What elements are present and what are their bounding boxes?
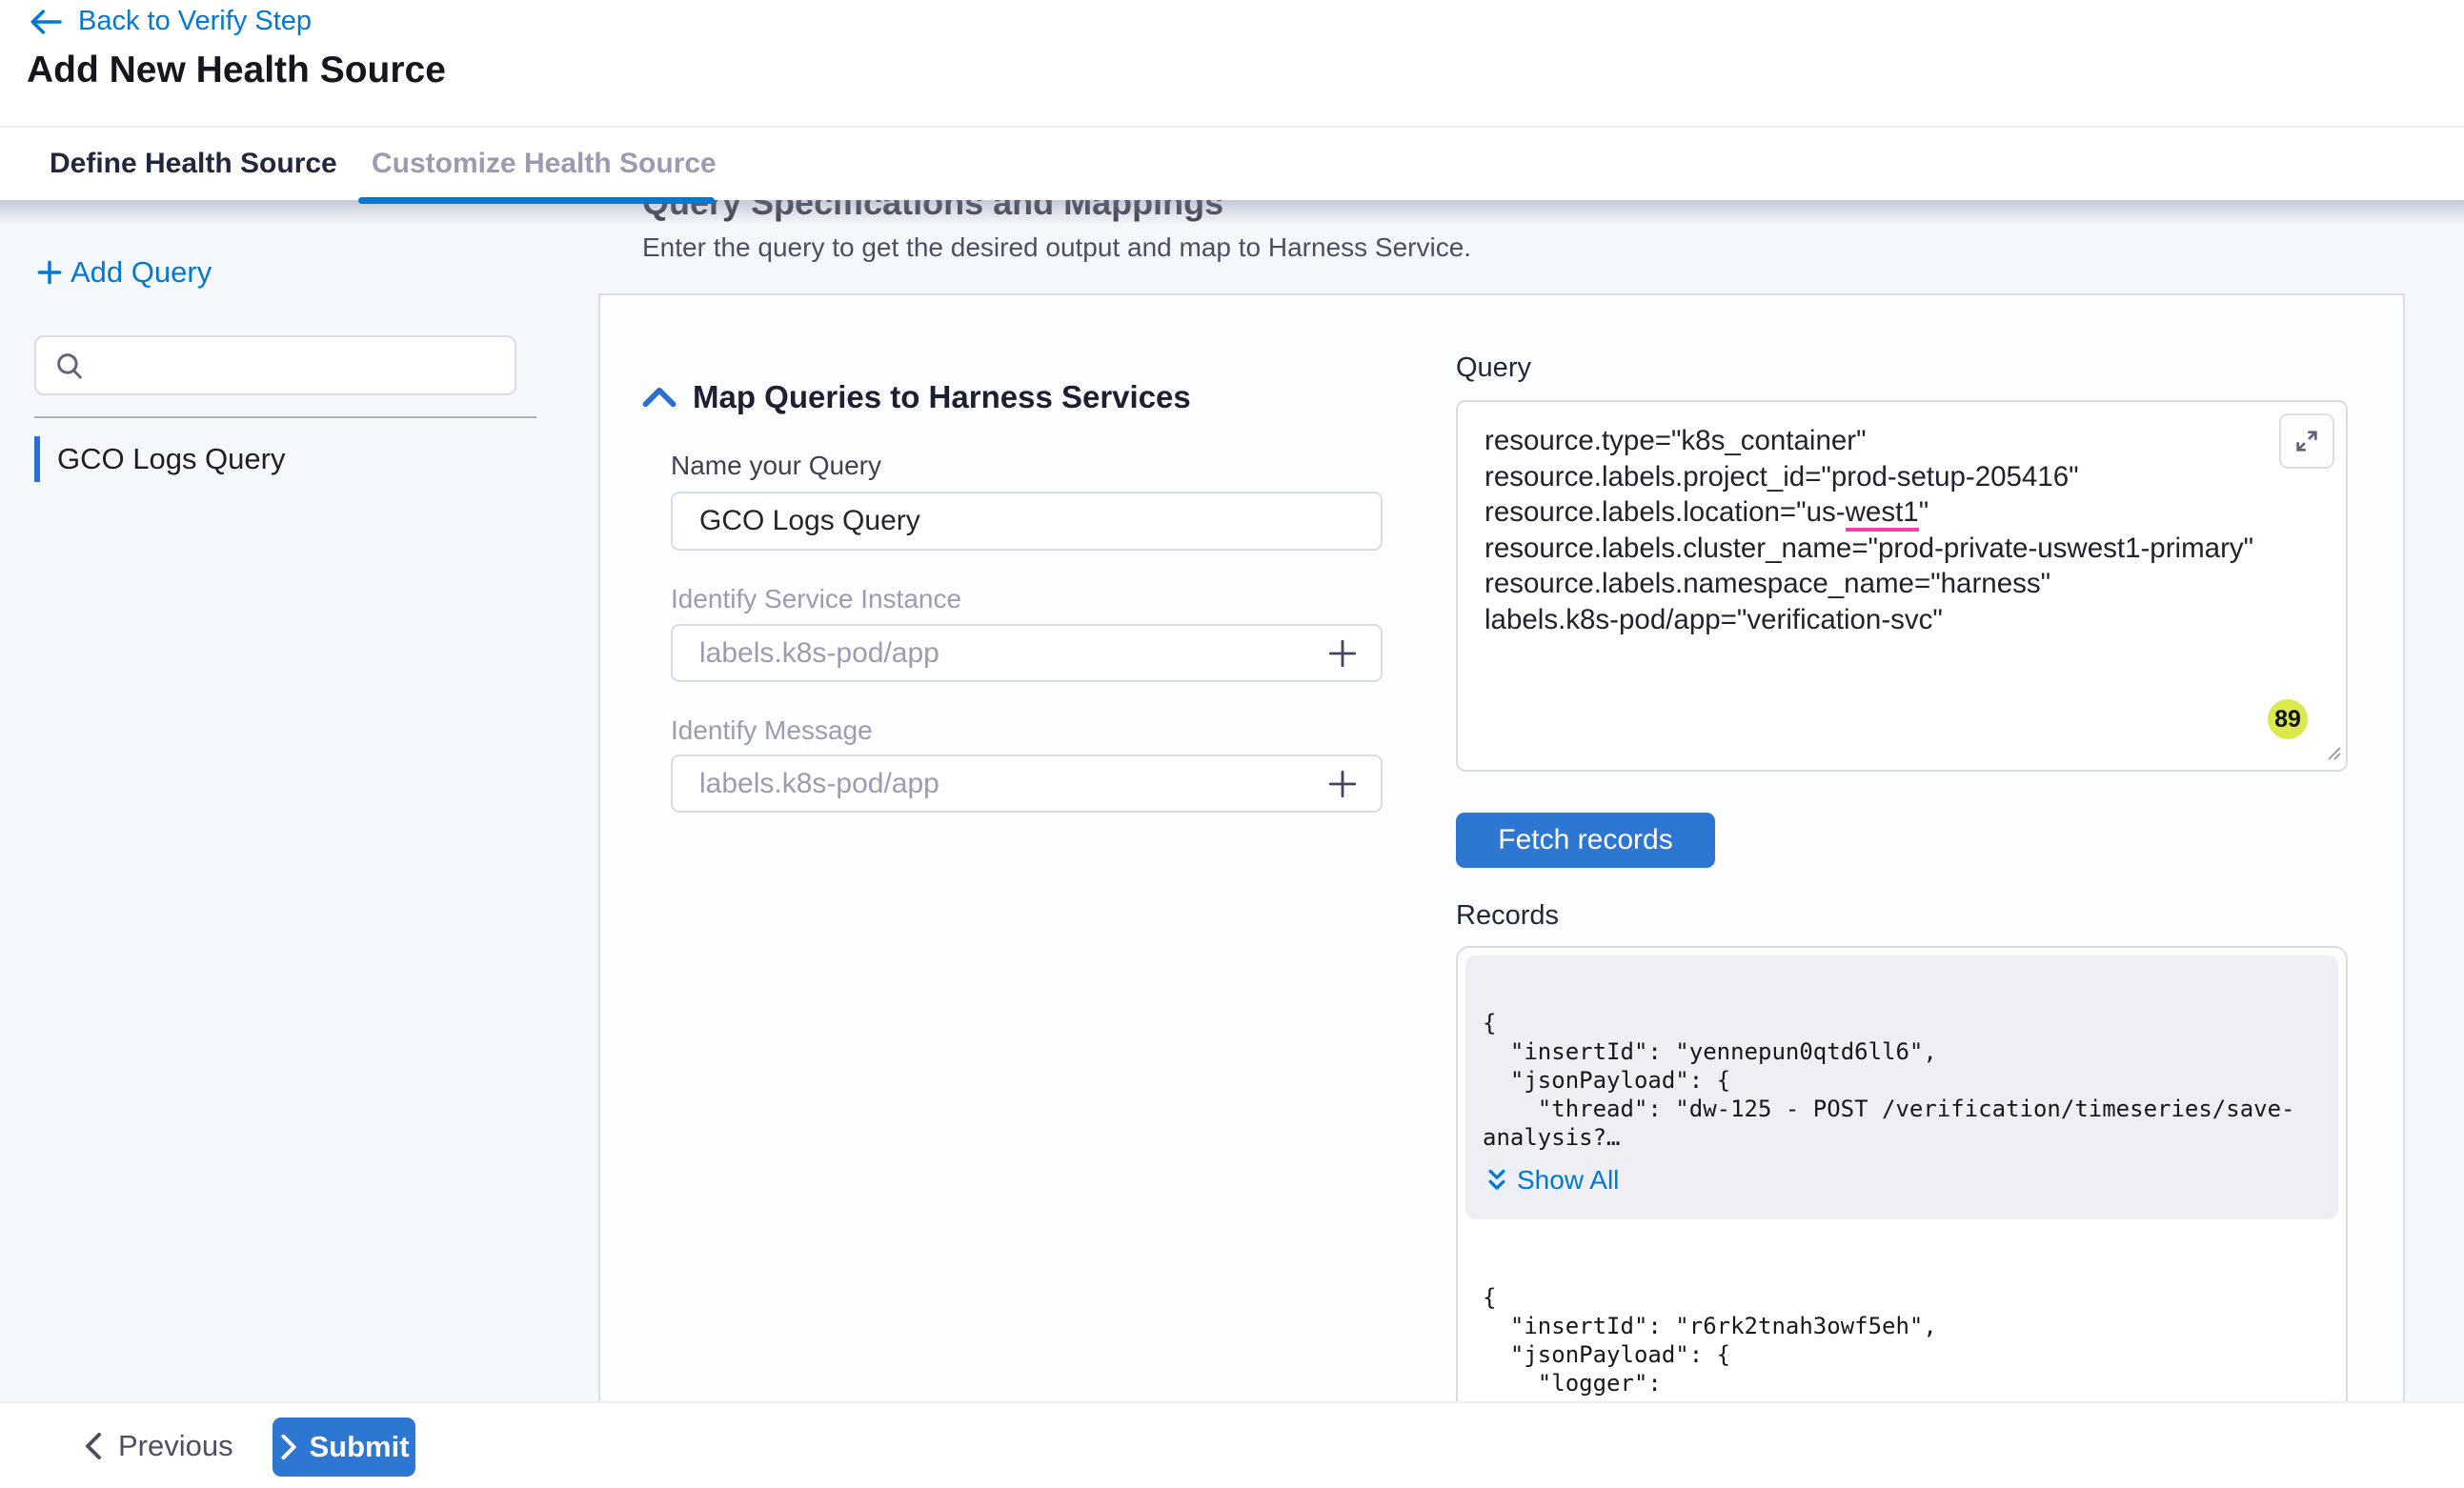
tab-customize-health-source[interactable]: Customize Health Source bbox=[372, 128, 717, 200]
record-item-2: { "insertId": "r6rk2tnah3owf5eh", "jsonP… bbox=[1465, 1219, 2338, 1401]
previous-button[interactable]: Previous bbox=[82, 1403, 233, 1488]
active-tab-underline bbox=[358, 197, 715, 204]
query-search-box bbox=[34, 335, 516, 395]
resize-handle[interactable] bbox=[2323, 742, 2342, 766]
tab-bar: Define Health Source Customize Health So… bbox=[0, 128, 2464, 200]
chevron-up-icon[interactable] bbox=[640, 381, 678, 418]
page-header: Back to Verify Step Add New Health Sourc… bbox=[0, 0, 2464, 128]
service-instance-input[interactable] bbox=[699, 637, 1323, 670]
submit-button[interactable]: Submit bbox=[273, 1418, 415, 1477]
submit-label: Submit bbox=[309, 1430, 409, 1464]
query-name-field-wrap bbox=[671, 492, 1383, 551]
double-chevron-down-icon bbox=[1484, 1166, 1509, 1195]
show-all-link[interactable]: Show All bbox=[1484, 1165, 2323, 1196]
content-area: Query Specifications and Mappings Enter … bbox=[0, 200, 2464, 1401]
add-query-button[interactable]: Add Query bbox=[34, 255, 212, 290]
fullscreen-expand-icon bbox=[2293, 428, 2320, 454]
sidebar-item-gco-logs-query[interactable]: GCO Logs Query bbox=[34, 435, 285, 483]
record-1-json: { "insertId": "yennepun0qtd6ll6", "jsonP… bbox=[1483, 1009, 2323, 1152]
chevron-right-icon bbox=[278, 1434, 299, 1460]
name-your-query-label: Name your Query bbox=[671, 451, 881, 481]
message-field-wrap bbox=[671, 754, 1383, 813]
service-instance-field-wrap bbox=[671, 624, 1383, 682]
sidebar-divider bbox=[34, 416, 536, 418]
tab-define-health-source[interactable]: Define Health Source bbox=[50, 128, 337, 200]
chevron-left-icon bbox=[82, 1432, 105, 1460]
section-heading: Query Specifications and Mappings bbox=[642, 200, 1223, 223]
plus-icon bbox=[34, 257, 65, 288]
query-label: Query bbox=[1456, 352, 1531, 384]
record-item-1: { "insertId": "yennepun0qtd6ll6", "jsonP… bbox=[1465, 955, 2338, 1219]
query-textarea[interactable]: resource.type="k8s_container" resource.l… bbox=[1456, 400, 2348, 772]
add-query-label: Add Query bbox=[71, 255, 212, 290]
message-add-button[interactable] bbox=[1323, 765, 1362, 803]
identify-service-instance-label: Identify Service Instance bbox=[671, 584, 961, 614]
page-title: Add New Health Source bbox=[27, 50, 446, 91]
query-text: resource.type="k8s_container" resource.l… bbox=[1484, 423, 2241, 638]
arrow-left-icon bbox=[29, 8, 63, 36]
records-container[interactable]: { "insertId": "yennepun0qtd6ll6", "jsonP… bbox=[1456, 946, 2348, 1401]
character-count-badge: 89 bbox=[2268, 699, 2308, 739]
identify-message-label: Identify Message bbox=[671, 715, 873, 746]
service-instance-add-button[interactable] bbox=[1323, 634, 1362, 673]
query-name-input[interactable] bbox=[699, 505, 1362, 537]
search-icon bbox=[53, 350, 86, 382]
section-subheading: Enter the query to get the desired outpu… bbox=[642, 232, 1471, 263]
record-2-json: { "insertId": "r6rk2tnah3owf5eh", "jsonP… bbox=[1483, 1283, 2323, 1401]
footer-bar: Previous Submit bbox=[0, 1401, 2464, 1488]
expand-query-button[interactable] bbox=[2279, 413, 2334, 469]
query-item-label: GCO Logs Query bbox=[57, 442, 285, 476]
back-link-label: Back to Verify Step bbox=[78, 6, 312, 37]
back-link[interactable]: Back to Verify Step bbox=[29, 6, 312, 37]
search-input[interactable] bbox=[97, 340, 515, 391]
records-label: Records bbox=[1456, 900, 1559, 932]
map-queries-heading: Map Queries to Harness Services bbox=[693, 379, 1191, 415]
selected-indicator-bar bbox=[34, 436, 40, 482]
message-input[interactable] bbox=[699, 768, 1323, 800]
show-all-label: Show All bbox=[1517, 1165, 1619, 1196]
fetch-records-button[interactable]: Fetch records bbox=[1456, 813, 1715, 868]
previous-label: Previous bbox=[118, 1429, 233, 1463]
